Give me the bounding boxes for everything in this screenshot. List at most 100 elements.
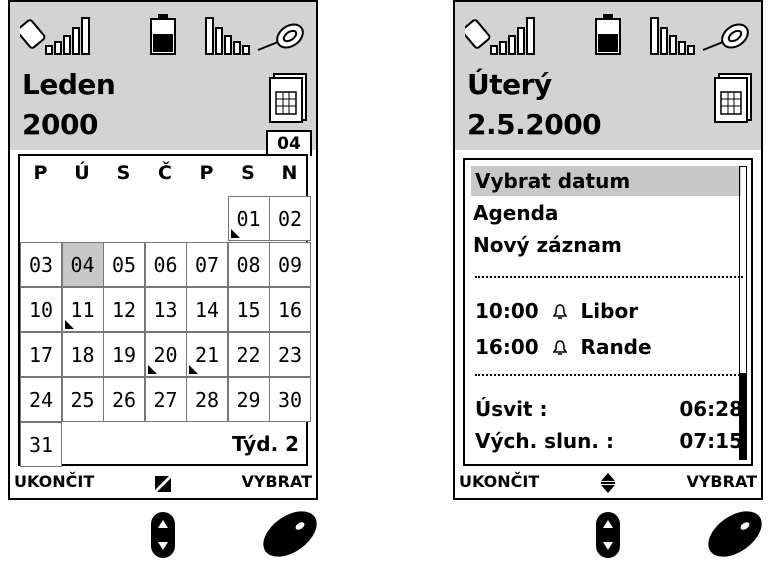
- calendar-day[interactable]: 30: [269, 377, 311, 422]
- calendar-day[interactable]: 10: [20, 287, 62, 332]
- scroll-key[interactable]: [148, 510, 178, 560]
- calendar-day[interactable]: 11: [61, 287, 104, 332]
- event-marker-icon: [230, 229, 240, 238]
- status-bar: [20, 12, 310, 58]
- screen-header: Úterý 2.5.2000: [455, 2, 761, 150]
- scrollbar-thumb[interactable]: [740, 373, 746, 459]
- day-number: 06: [153, 253, 178, 277]
- call-key[interactable]: [260, 506, 320, 562]
- day-number: 29: [236, 388, 261, 412]
- event-title: Libor: [580, 299, 639, 323]
- battery-level-icon: [205, 17, 250, 55]
- day-number: 13: [153, 298, 178, 322]
- day-number: 18: [70, 343, 95, 367]
- day-number: 19: [111, 343, 137, 367]
- calendar-day[interactable]: 01: [227, 196, 270, 241]
- date-title: 2.5.2000: [467, 108, 602, 141]
- calendar-day[interactable]: 06: [144, 242, 187, 287]
- calendar-day[interactable]: 07: [186, 242, 228, 287]
- calendar-day[interactable]: 19: [103, 332, 145, 377]
- up-down-arrows-icon: [598, 472, 618, 494]
- event-item[interactable]: 16:00 Rande: [475, 332, 743, 362]
- weekday-header: P: [33, 162, 48, 184]
- sunrise-row: Úsvit : 06:28: [475, 394, 743, 424]
- calendar-day[interactable]: 29: [227, 377, 270, 422]
- phone-display: Leden 2000 04 Týd. 2 P Ú S Č P S N 01 02 03 04 05 06…: [8, 0, 318, 500]
- calendar-day[interactable]: 20: [144, 332, 187, 377]
- calendar-day[interactable]: 26: [103, 377, 145, 422]
- calendar-day[interactable]: 16: [269, 287, 311, 332]
- calendar-day[interactable]: 09: [269, 242, 311, 287]
- day-number: 02: [277, 207, 303, 231]
- day-number: 11: [70, 298, 95, 322]
- calendar-day[interactable]: 31: [20, 422, 62, 467]
- calendar-day[interactable]: 25: [61, 377, 104, 422]
- menu-item-select-date[interactable]: Vybrat datum: [471, 166, 741, 196]
- phone-display: Úterý 2.5.2000 Vybrat datum Agenda Nový …: [453, 0, 763, 500]
- day-number: 15: [236, 298, 261, 322]
- calendar-day[interactable]: 13: [144, 287, 187, 332]
- calendar-day[interactable]: 21: [186, 332, 228, 377]
- exit-softkey[interactable]: UKONČIT: [459, 472, 539, 491]
- calendar-day[interactable]: 27: [144, 377, 187, 422]
- calendar-app-icon: [713, 72, 753, 124]
- calendar-day[interactable]: 05: [103, 242, 145, 287]
- day-number: 16: [277, 298, 303, 322]
- weekday-header: Ú: [74, 162, 90, 184]
- calendar-day[interactable]: 18: [61, 332, 104, 377]
- calendar-app-icon: [268, 72, 308, 124]
- menu-item-new-entry[interactable]: Nový záznam: [473, 230, 622, 260]
- select-softkey[interactable]: VYBRAT: [241, 472, 312, 491]
- menu-item-agenda[interactable]: Agenda: [473, 198, 558, 228]
- calendar-day[interactable]: 15: [227, 287, 270, 332]
- calendar-day[interactable]: 12: [103, 287, 145, 332]
- day-list: Vybrat datum Agenda Nový záznam 10:00 Li…: [463, 158, 753, 466]
- calendar-day[interactable]: 14: [186, 287, 228, 332]
- scrollbar[interactable]: [739, 166, 747, 460]
- day-number: 27: [153, 388, 178, 412]
- day-number: 09: [277, 253, 303, 277]
- scroll-key[interactable]: [593, 510, 623, 560]
- separator: [475, 374, 743, 376]
- event-item[interactable]: 10:00 Libor: [475, 296, 743, 326]
- battery-level-icon: [650, 17, 695, 55]
- calendar-day[interactable]: 08: [227, 242, 270, 287]
- day-number: 12: [111, 298, 137, 322]
- day-number: 14: [194, 298, 220, 322]
- select-softkey[interactable]: VYBRAT: [686, 472, 757, 491]
- battery-icon: [150, 14, 176, 55]
- calendar-day[interactable]: 22: [227, 332, 270, 377]
- exit-softkey[interactable]: UKONČIT: [14, 472, 94, 491]
- weekday-header: N: [281, 162, 298, 184]
- day-number: 04: [70, 253, 95, 277]
- weekday-header: P: [199, 162, 214, 184]
- calendar-day[interactable]: 17: [20, 332, 62, 377]
- calendar-day[interactable]: 23: [269, 332, 311, 377]
- calendar-day[interactable]: 04: [61, 242, 104, 287]
- sun-rise-value: 07:15: [679, 429, 743, 453]
- weekday-title: Úterý: [467, 68, 552, 101]
- month-title: Leden: [22, 68, 116, 101]
- day-view-screen: Úterý 2.5.2000 Vybrat datum Agenda Nový …: [453, 0, 763, 568]
- calendar-day[interactable]: 02: [269, 196, 311, 241]
- sunrise-label: Úsvit :: [475, 397, 548, 421]
- day-number: 08: [236, 253, 261, 277]
- calendar-day[interactable]: 28: [186, 377, 228, 422]
- week-number-tab: 04: [266, 130, 312, 156]
- call-key[interactable]: [705, 506, 765, 562]
- event-marker-icon: [64, 320, 74, 329]
- calendar-month-screen: Leden 2000 04 Týd. 2 P Ú S Č P S N 01 02 03 04 05 06…: [8, 0, 318, 568]
- day-number: 17: [28, 343, 54, 367]
- day-number: 30: [277, 388, 303, 412]
- power-plug-icon: [257, 23, 304, 51]
- four-way-nav-icon: [153, 472, 173, 494]
- battery-icon: [595, 14, 621, 55]
- softkey-bar: UKONČIT VYBRAT: [453, 470, 763, 496]
- calendar-day[interactable]: 03: [20, 242, 62, 287]
- day-number: 07: [194, 253, 220, 277]
- day-number: 10: [28, 298, 54, 322]
- weekday-header: S: [241, 162, 255, 184]
- day-number: 03: [28, 253, 54, 277]
- calendar-day[interactable]: 24: [20, 377, 62, 422]
- day-number: 22: [236, 343, 261, 367]
